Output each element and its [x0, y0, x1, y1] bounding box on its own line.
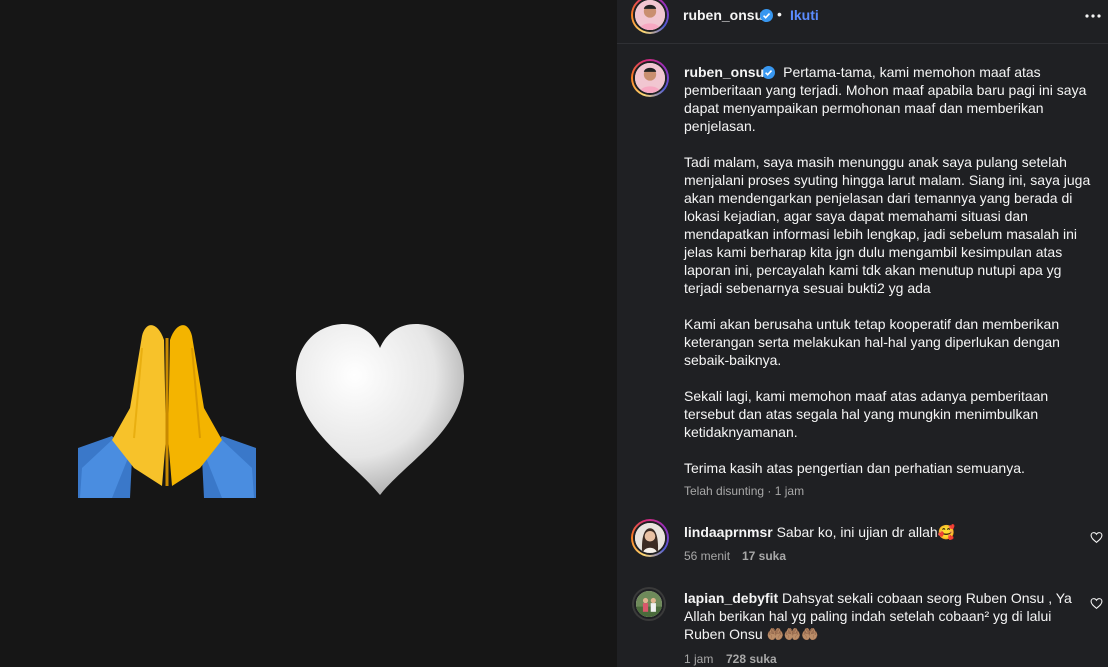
avatar-image [636, 591, 662, 617]
heart-like-icon[interactable] [1090, 531, 1103, 544]
avatar-image [635, 523, 665, 553]
post-caption: ruben_onsu Pertama-tama, kami memohon maa… [684, 63, 1094, 477]
header-separator: • [777, 6, 782, 22]
heart-like-icon[interactable] [1090, 597, 1103, 610]
post-media[interactable] [0, 0, 617, 667]
follow-button[interactable]: Ikuti [790, 7, 819, 23]
post-side-panel: ruben_onsu • Ikuti ruben_onsu Pertama-ta… [617, 0, 1108, 667]
folded-hands-emoji [78, 325, 256, 498]
comment-item: lindaaprnmsr Sabar ko, ini ujian dr alla… [684, 523, 1084, 541]
comment-time: 56 menit [684, 549, 731, 563]
caption-paragraph: Terima kasih atas pengertian dan perhati… [684, 460, 1025, 476]
comment-likes[interactable]: 728 suka [726, 652, 777, 666]
more-options-icon[interactable] [1083, 8, 1103, 24]
caption-paragraph: Sekali lagi, kami memohon maaf atas adan… [684, 388, 1049, 440]
caption-author-avatar[interactable] [631, 59, 669, 97]
comment-author[interactable]: lapian_debyfit [684, 590, 778, 606]
post-header: ruben_onsu • Ikuti [617, 0, 1108, 44]
comment-avatar[interactable] [632, 587, 666, 621]
author-username[interactable]: ruben_onsu [683, 7, 763, 23]
author-avatar[interactable] [631, 0, 669, 34]
comment-likes-count: 728 suka [726, 652, 777, 666]
comment-time: 1 jam [684, 652, 714, 666]
caption-paragraph: ruben_onsu Pertama-tama, kami memohon maa… [684, 63, 1094, 135]
caption-paragraph: Tadi malam, saya masih menunggu anak say… [684, 154, 1091, 296]
comment-item: lapian_debyfit Dahsyat sekali cobaan seo… [684, 589, 1084, 643]
comment-text: Sabar ko, ini ujian dr allah🥰 [776, 524, 956, 540]
comment-author[interactable]: lindaaprnmsr [684, 524, 773, 540]
caption-meta: Telah disunting · 1 jam [684, 484, 805, 498]
caption-paragraph: Kami akan berusaha untuk tetap kooperati… [684, 316, 1060, 368]
comment-likes[interactable]: 17 suka [742, 549, 786, 563]
comment-avatar[interactable] [631, 519, 669, 557]
avatar-image [635, 63, 665, 93]
avatar-image [635, 0, 665, 30]
caption-author-username[interactable]: ruben_onsu [684, 64, 764, 80]
comment-likes-count: 17 suka [742, 549, 787, 563]
white-heart-emoji [296, 324, 464, 495]
verified-badge-icon [760, 9, 773, 22]
